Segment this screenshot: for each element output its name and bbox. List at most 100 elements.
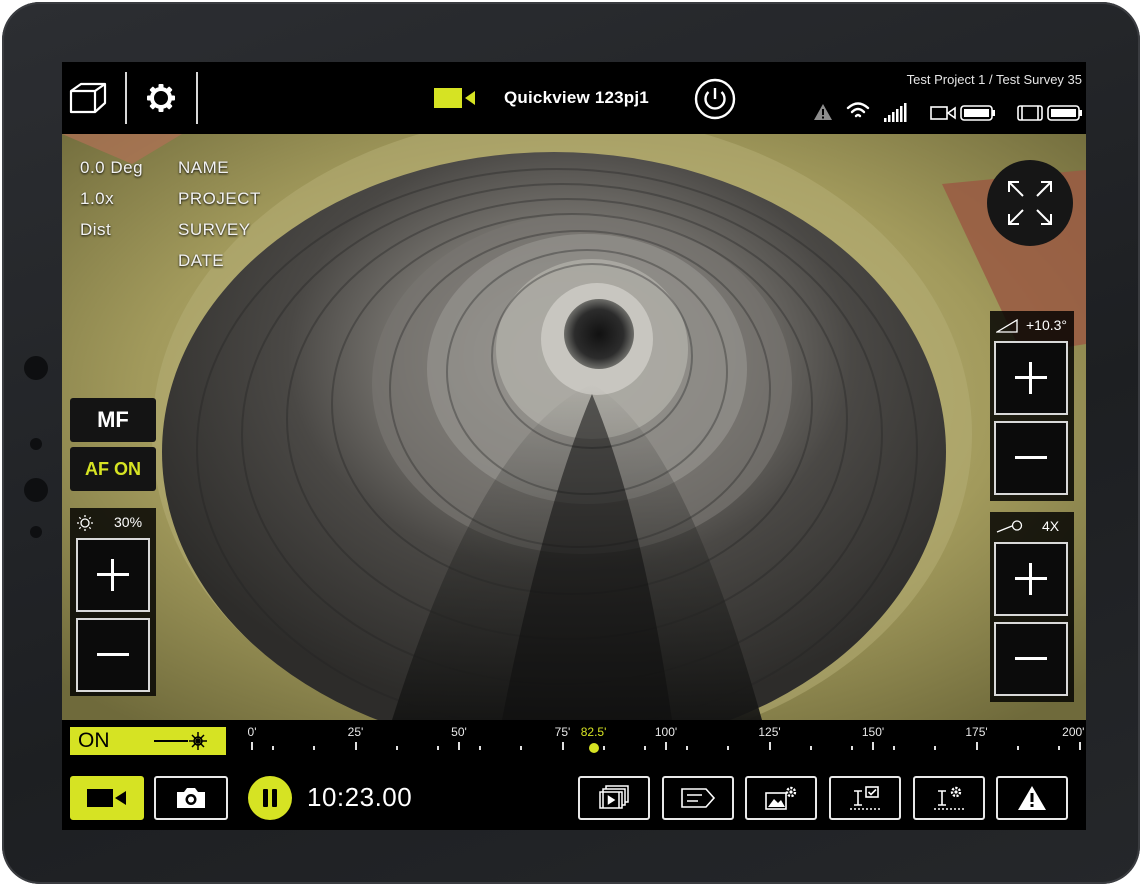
ruler-label: 0' (247, 725, 257, 739)
dist-readout: Dist (80, 220, 112, 239)
text-settings-button[interactable] (913, 776, 985, 820)
video-mode-icon (87, 789, 126, 807)
ruler-major-tick (251, 742, 253, 750)
ruler-minor-tick (1058, 746, 1061, 750)
video-mode-button[interactable] (70, 776, 144, 820)
ruler-label: 25' (347, 725, 364, 739)
ruler-label: 200' (1062, 725, 1085, 739)
warning-icon (814, 104, 832, 125)
image-settings-button[interactable] (745, 776, 817, 820)
ruler-minor-tick (727, 746, 730, 750)
brightness-plus-button[interactable] (76, 538, 150, 612)
date-field: DATE (178, 251, 225, 270)
photo-mode-button[interactable] (154, 776, 228, 820)
distance-ruler[interactable]: ON 0' 25' 50' 75' 100' 125' 150' 175' 200' 82.5' (62, 720, 1086, 762)
media-library-button[interactable] (578, 776, 650, 820)
photo-mode-icon (177, 788, 205, 808)
bottom-bar: 10:23.00 (62, 762, 1086, 830)
tablet-frame: Quickview 123pj1 Test Project 1 / Test S… (2, 2, 1140, 884)
text-settings-icon (934, 786, 964, 810)
ruler-minor-tick (437, 746, 440, 750)
tilt-angle-icon (994, 318, 1018, 338)
package-icon[interactable] (68, 78, 108, 118)
ruler-minor-tick (644, 746, 647, 750)
plus-icon (1015, 362, 1047, 394)
camera-title: Quickview 123pj1 (504, 88, 649, 107)
signal-icon (884, 102, 912, 127)
divider (196, 72, 198, 124)
tag-button[interactable] (662, 776, 734, 820)
settings-icon[interactable] (141, 78, 181, 118)
tilt-minus-button[interactable] (994, 421, 1068, 495)
ruler-major-tick (665, 742, 667, 750)
zoom-lens-icon (996, 520, 1024, 539)
ruler-minor-tick (313, 746, 316, 750)
zoom-value: 4X (1042, 518, 1060, 534)
minus-icon (1015, 643, 1047, 675)
angle-readout: 0.0 Deg (80, 158, 144, 177)
ruler-minor-tick (851, 746, 854, 750)
video-camera-icon (434, 88, 476, 113)
autofocus-button[interactable]: AF ON (70, 447, 156, 491)
current-distance-label: 82.5' (580, 725, 607, 739)
ruler-minor-tick (685, 746, 688, 750)
laser-toggle[interactable]: ON (70, 727, 226, 755)
top-bar: Quickview 123pj1 Test Project 1 / Test S… (62, 62, 1086, 134)
name-field: NAME (178, 158, 230, 177)
text-checklist-icon (850, 786, 880, 810)
media-library-icon (599, 785, 629, 809)
ruler-minor-tick (934, 746, 937, 750)
project-field: PROJECT (178, 189, 261, 208)
app-screen: Quickview 123pj1 Test Project 1 / Test S… (62, 62, 1086, 830)
ruler-major-tick (458, 742, 460, 750)
pause-button[interactable] (248, 776, 292, 820)
ruler-label: 150' (861, 725, 885, 739)
manual-focus-button[interactable]: MF (70, 398, 156, 442)
text-checklist-button[interactable] (829, 776, 901, 820)
plus-icon (97, 559, 129, 591)
ruler-major-tick (872, 742, 874, 750)
ruler-major-tick (561, 742, 564, 750)
ruler-major-tick (1079, 742, 1081, 750)
minus-icon (97, 639, 129, 671)
ruler-minor-tick (271, 746, 274, 750)
zoom-minus-button[interactable] (994, 622, 1068, 696)
zoom-readout: 1.0x (80, 189, 115, 208)
ruler-minor-tick (395, 746, 398, 750)
zoom-plus-button[interactable] (994, 542, 1068, 616)
tilt-plus-button[interactable] (994, 341, 1068, 415)
survey-field: SURVEY (178, 220, 251, 239)
alert-button[interactable] (996, 776, 1068, 820)
wifi-icon (846, 100, 870, 127)
plus-icon (1015, 563, 1047, 595)
camera-battery-icon (930, 104, 996, 127)
ruler-label: 75' (554, 725, 571, 739)
ruler-label: 175' (965, 725, 988, 739)
ruler-label: 100' (654, 725, 678, 739)
ruler-major-tick (354, 742, 357, 750)
ruler-major-tick (975, 742, 978, 750)
brightness-panel: 30% (70, 508, 156, 696)
ruler-minor-tick (602, 746, 605, 750)
fullscreen-button[interactable] (987, 160, 1073, 246)
image-settings-icon (765, 786, 797, 810)
ruler-label: 50' (451, 725, 467, 739)
alert-icon (1018, 786, 1046, 810)
laser-label: ON (78, 729, 110, 752)
project-path: Test Project 1 / Test Survey 35 (906, 72, 1082, 87)
sensor-dot (30, 526, 42, 538)
camera-feed: 0.0 Deg 1.0x Dist NAME PROJECT SURVEY DA… (62, 134, 1086, 720)
sensor-dot (30, 438, 42, 450)
power-icon[interactable] (694, 78, 736, 125)
brightness-minus-button[interactable] (76, 618, 150, 692)
ruler-minor-tick (478, 746, 481, 750)
ruler-major-tick (768, 742, 771, 750)
laser-icon (154, 732, 207, 750)
ruler-minor-tick (1016, 746, 1019, 750)
brightness-value: 30% (114, 514, 143, 530)
ruler-minor-tick (892, 746, 895, 750)
divider (125, 72, 127, 124)
recording-timer: 10:23.00 (307, 782, 413, 812)
sensor-lens (24, 478, 48, 502)
current-distance-marker[interactable] (588, 743, 599, 753)
